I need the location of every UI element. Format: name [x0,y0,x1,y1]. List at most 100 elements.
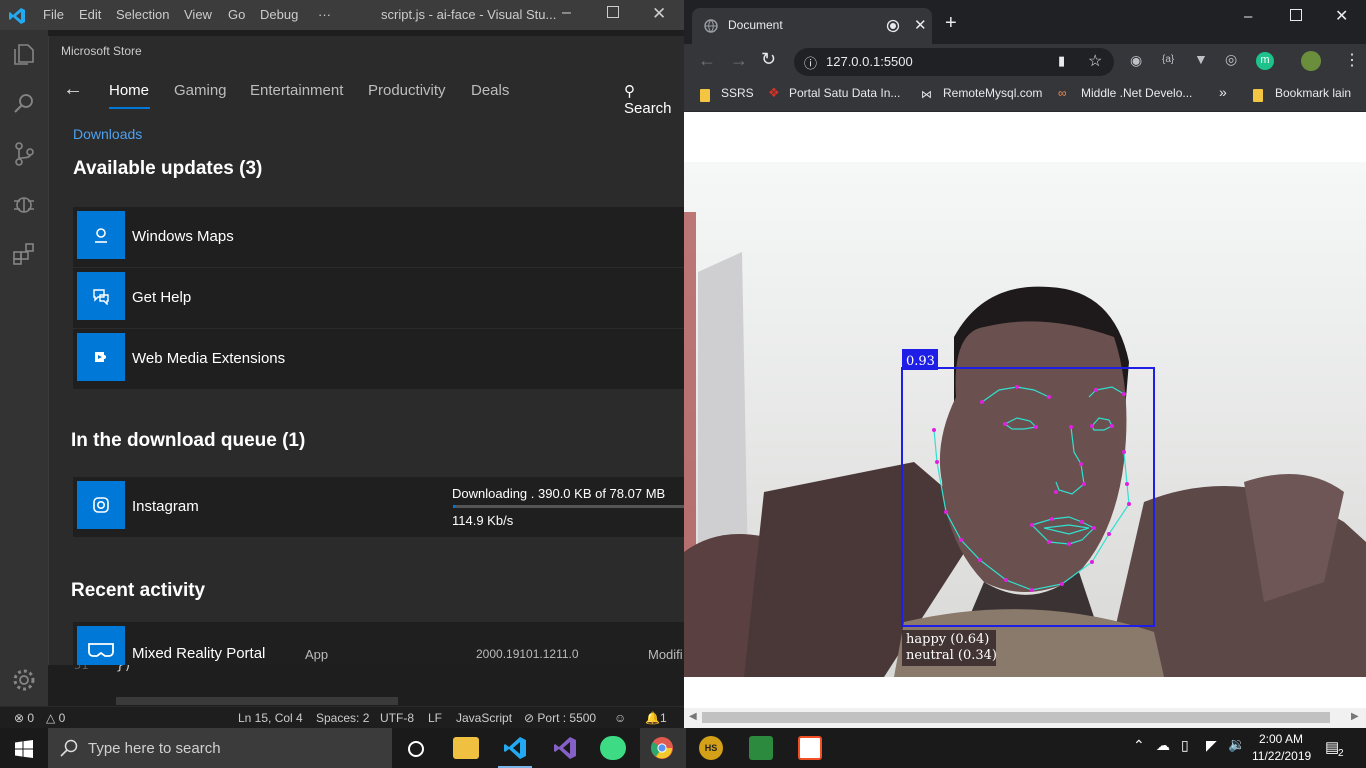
forward-button[interactable]: → [730,50,748,71]
maximize-icon[interactable] [1290,9,1302,21]
reload-button[interactable]: ↻ [761,49,776,70]
clock-time[interactable]: 2:00 AM [1259,732,1303,746]
notifications[interactable]: 🔔1 [645,711,667,725]
nav-home[interactable]: Home [109,82,149,99]
site-info-icon[interactable]: ⓘ [804,53,817,72]
chrome-window: Document ✕ + – ✕ ← → ↻ ⓘ 127.0.0.1:5500 … [684,0,1366,728]
recent-row-mixed-reality-portal[interactable]: Mixed Reality Portal App 2000.19101.1211… [73,622,684,665]
minimize-button[interactable]: – [1244,8,1252,25]
encoding[interactable]: UTF-8 [380,711,414,725]
windows-maps-icon [77,211,125,259]
update-row-windows-maps[interactable]: Windows Maps [73,207,684,267]
end-of-line[interactable]: LF [428,711,442,725]
live-server-port[interactable]: ⊘ Port : 5500 [524,711,596,725]
editor-horizontal-scrollbar[interactable] [116,697,398,705]
menu-more[interactable]: ··· [318,7,331,22]
source-control-icon[interactable] [10,140,38,168]
expression-happy: happy (0.64) [906,632,990,647]
bookmark-other[interactable]: Bookmark lain [1275,86,1351,100]
update-row-web-media-extensions[interactable]: Web Media Extensions [73,329,684,389]
vscode-taskbar-icon[interactable] [503,736,527,760]
onedrive-icon[interactable]: ☁ [1156,737,1170,754]
minimize-button[interactable]: – [562,4,571,22]
mouse-extension-icon[interactable]: ◎ [1225,51,1237,68]
nav-deals[interactable]: Deals [471,82,509,99]
clock-date[interactable]: 11/22/2019 [1252,749,1311,763]
nav-productivity[interactable]: Productivity [368,82,446,99]
app-name: Web Media Extensions [132,350,286,367]
horizontal-scrollbar[interactable]: ◀ ▶ [684,708,1366,728]
indentation[interactable]: Spaces: 2 [316,711,369,725]
debug-icon[interactable] [10,190,38,218]
new-tab-button[interactable]: + [945,12,957,35]
cortana-icon[interactable] [406,739,426,759]
detection-score: 0.93 [906,354,935,369]
activity-bar [0,30,48,706]
close-button[interactable]: ✕ [1335,6,1348,26]
address-bar[interactable]: ⓘ 127.0.0.1:5500 ▮ ☆ [794,48,1114,76]
menu-view[interactable]: View [184,7,212,22]
language-mode[interactable]: JavaScript [456,711,512,725]
scroll-left-arrow-icon[interactable]: ◀ [689,711,697,722]
profile-extension-icon[interactable]: m [1256,52,1274,70]
update-row-get-help[interactable]: Get Help [73,268,684,328]
maximize-button[interactable] [607,6,619,21]
wifi-icon[interactable]: ◤ [1206,737,1217,754]
get-help-icon [77,272,125,320]
feedback-smiley-icon[interactable]: ☺ [614,711,626,725]
page-viewport: 0.93 happy (0.64) neutral (0.34) [684,112,1366,708]
menu-debug[interactable]: Debug [260,7,298,22]
tab-document[interactable]: Document ✕ [692,8,932,44]
menu-selection[interactable]: Selection [116,7,169,22]
search-button[interactable]: ⚲ Search [624,82,684,117]
taskbar-search-box[interactable]: Type here to search [48,728,392,768]
volume-icon[interactable]: 🔉 [1228,736,1245,753]
battery-icon[interactable]: ▯ [1181,737,1189,754]
errors-indicator[interactable]: ⊗ 0 [14,711,34,725]
screenshot-extension-icon[interactable]: ◉ [1130,52,1142,69]
bookmark-ssrs[interactable]: SSRS [721,86,754,100]
hs-app-icon[interactable]: HS [699,736,723,760]
warnings-indicator[interactable]: △ 0 [46,711,65,725]
tab-close-icon[interactable]: ✕ [914,16,927,34]
downloads-link[interactable]: Downloads [73,126,142,142]
show-hidden-icons[interactable]: ⌃ [1133,737,1145,754]
windows-start-icon[interactable] [15,740,33,758]
vue-extension-icon[interactable]: ▼ [1194,51,1208,67]
android-studio-icon[interactable] [600,736,626,760]
bookmarks-overflow[interactable]: » [1219,84,1227,100]
microsoft-store-icon[interactable] [798,736,822,760]
camera-in-use-icon[interactable]: ▮ [1058,53,1065,69]
file-explorer-icon[interactable] [453,737,479,759]
app-name: Windows Maps [132,228,234,245]
settings-gear-icon[interactable] [10,666,38,694]
microsoft-store-window: Microsoft Store ← Home Gaming Entertainm… [48,36,684,665]
bookmark-portal[interactable]: Portal Satu Data In... [789,86,900,100]
nav-gaming[interactable]: Gaming [174,82,227,99]
bookmark-remotemysql[interactable]: RemoteMysql.com [943,86,1042,100]
back-button[interactable]: ← [698,50,716,71]
queue-row-instagram[interactable]: Instagram Downloading . 390.0 KB of 78.0… [73,477,684,537]
app-name: Instagram [132,498,199,515]
bookmark-star-icon[interactable]: ☆ [1088,51,1102,71]
nav-entertainment[interactable]: Entertainment [250,82,343,99]
menu-edit[interactable]: Edit [79,7,101,22]
back-arrow-icon[interactable]: ← [63,78,83,101]
cursor-position[interactable]: Ln 15, Col 4 [238,711,303,725]
menu-file[interactable]: File [43,7,64,22]
scroll-right-arrow-icon[interactable]: ▶ [1351,711,1359,722]
code-extension-icon[interactable]: {a} [1162,54,1174,65]
user-avatar[interactable] [1301,51,1321,71]
close-button[interactable]: ✕ [652,4,666,24]
menu-kebab-icon[interactable]: ⋮ [1344,50,1360,70]
status-bar: ⊗ 0 △ 0 Ln 15, Col 4 Spaces: 2 UTF-8 LF … [0,706,684,728]
bookmark-middle-net[interactable]: Middle .Net Develo... [1081,86,1192,100]
folder-icon [700,89,710,102]
scroll-thumb[interactable] [702,712,1330,723]
visual-studio-icon[interactable] [553,736,577,760]
extensions-icon[interactable] [10,240,38,268]
search-icon[interactable] [10,90,38,118]
explorer-icon[interactable] [10,40,38,68]
menu-go[interactable]: Go [228,7,245,22]
xampp-icon[interactable] [749,736,773,760]
